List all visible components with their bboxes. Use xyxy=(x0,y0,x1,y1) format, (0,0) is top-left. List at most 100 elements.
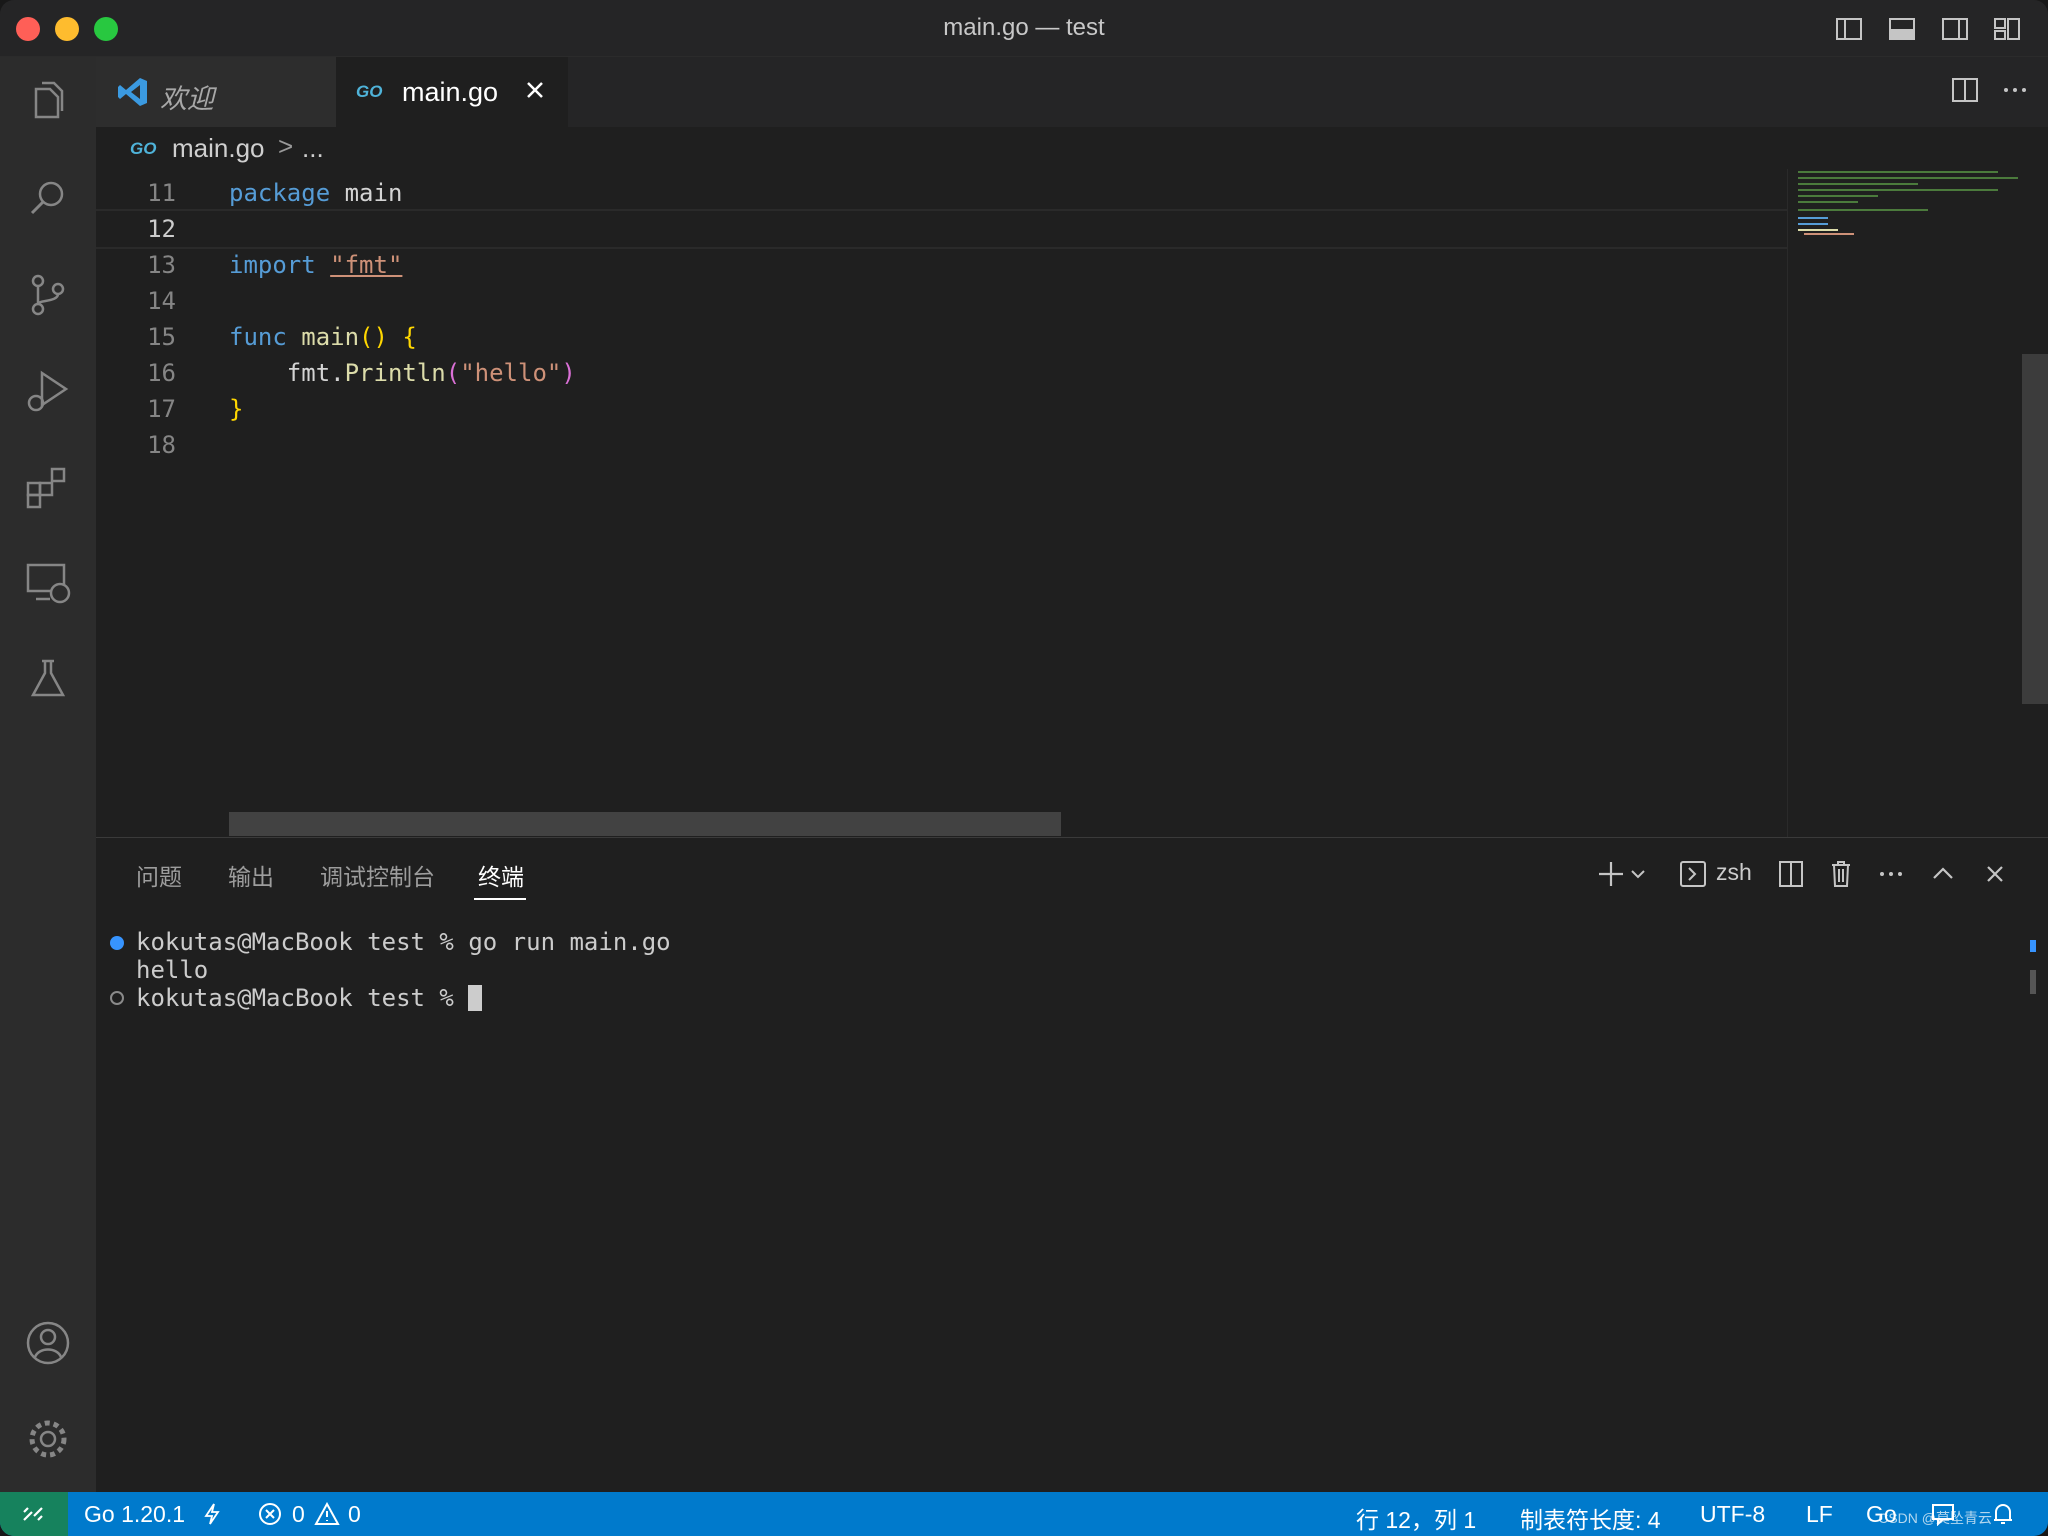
code-line: 11 package main xyxy=(96,175,1788,211)
terminal-shell-name[interactable]: zsh xyxy=(1716,859,1752,886)
watermark: CSDN @莫坠青云 xyxy=(1878,1510,1992,1526)
new-terminal-icon[interactable] xyxy=(1596,854,1626,894)
tab-debug-console[interactable]: 调试控制台 xyxy=(320,858,435,892)
line-number: 17 xyxy=(147,395,176,423)
close-icon[interactable] xyxy=(520,75,550,105)
bottom-panel: 问题 输出 调试控制台 终端 zsh kokutas@MacBook test … xyxy=(96,837,2048,1492)
extensions-icon[interactable] xyxy=(22,461,74,513)
toggle-panel-icon[interactable] xyxy=(1887,14,1917,44)
code-line: 15 func main() { xyxy=(96,319,1788,355)
chevron-down-icon[interactable] xyxy=(1628,854,1648,894)
testing-icon[interactable] xyxy=(22,653,74,705)
go-version-status[interactable]: Go 1.20.1 xyxy=(84,1501,185,1528)
lightning-icon[interactable] xyxy=(202,1502,222,1526)
parens: () xyxy=(359,323,388,351)
minimap-preview xyxy=(1798,171,2018,235)
paren: ( xyxy=(445,359,461,387)
window-title: main.go — test xyxy=(943,14,1105,41)
error-icon[interactable] xyxy=(258,1502,282,1526)
toggle-secondary-sidebar-icon[interactable] xyxy=(1940,14,1970,44)
vscode-window: main.go — test 欢迎 GO main.go GO main.go … xyxy=(0,0,2048,1536)
tab-output[interactable]: 输出 xyxy=(228,858,274,892)
explorer-icon[interactable] xyxy=(22,77,74,129)
trash-icon[interactable] xyxy=(1826,854,1856,894)
breadcrumb-symbol[interactable]: ... xyxy=(302,133,324,164)
status-bar: Go 1.20.1 0 0 行 12，列 1 制表符长度: 4 UTF-8 LF… xyxy=(0,1492,2048,1536)
horizontal-scrollbar[interactable] xyxy=(229,812,1061,836)
tab-main-go[interactable]: GO main.go xyxy=(336,57,568,127)
warning-count[interactable]: 0 xyxy=(348,1501,361,1528)
identifier: fmt. xyxy=(286,359,345,387)
terminal-scrollbar[interactable] xyxy=(2030,970,2036,994)
terminal-cursor xyxy=(468,985,483,1011)
more-actions-icon[interactable] xyxy=(2000,75,2030,105)
identifier: main xyxy=(330,179,403,207)
warning-icon[interactable] xyxy=(314,1502,340,1526)
terminal-line: hello xyxy=(136,956,209,984)
code-text: fmt.Println("hello") xyxy=(229,359,576,387)
breadcrumb-separator: > xyxy=(278,131,294,161)
code-text: import "fmt" xyxy=(229,251,402,279)
code-line: 13 import "fmt" xyxy=(96,247,1788,283)
terminal-shell-icon xyxy=(1680,861,1706,887)
settings-gear-icon[interactable] xyxy=(22,1413,74,1465)
more-actions-icon[interactable] xyxy=(1876,854,1906,894)
bell-icon[interactable] xyxy=(1990,1502,2016,1526)
customize-layout-icon[interactable] xyxy=(1992,14,2022,44)
search-icon[interactable] xyxy=(22,173,74,225)
minimap[interactable] xyxy=(1787,169,2048,837)
code-text: } xyxy=(229,395,243,423)
line-number: 15 xyxy=(147,323,176,351)
encoding-indicator[interactable]: UTF-8 xyxy=(1700,1501,1765,1528)
tab-size-indicator[interactable]: 制表符长度: 4 xyxy=(1520,1501,1661,1535)
function-name: Println xyxy=(344,359,446,387)
terminal-scroll-marker xyxy=(2030,940,2036,952)
remote-indicator[interactable] xyxy=(0,1492,68,1536)
source-control-icon[interactable] xyxy=(22,269,74,321)
terminal-line: kokutas@MacBook test % go run main.go xyxy=(136,928,671,956)
line-number: 14 xyxy=(147,287,176,315)
activity-bar xyxy=(0,57,96,1492)
keyword: import xyxy=(229,251,316,279)
brace: { xyxy=(402,323,417,351)
cursor-position[interactable]: 行 12，列 1 xyxy=(1356,1501,1476,1535)
active-tab-indicator xyxy=(474,898,526,900)
accounts-icon[interactable] xyxy=(22,1317,74,1369)
line-number: 11 xyxy=(147,179,176,207)
paren: ) xyxy=(561,359,576,387)
code-line: 14 xyxy=(96,283,1788,319)
command-success-decoration[interactable] xyxy=(110,936,124,950)
code-line: 18 xyxy=(96,427,1788,463)
keyword: func xyxy=(229,323,287,351)
terminal-actions: zsh xyxy=(1596,854,2026,894)
maximize-panel-icon[interactable] xyxy=(1928,854,1958,894)
editor-tab-bar: 欢迎 GO main.go xyxy=(96,57,2048,127)
title-bar: main.go — test xyxy=(0,0,2048,57)
function-name: main xyxy=(301,323,360,351)
brace: } xyxy=(229,395,244,423)
tab-welcome[interactable]: 欢迎 xyxy=(96,57,336,127)
breadcrumb-file[interactable]: main.go xyxy=(172,133,265,164)
eol-indicator[interactable]: LF xyxy=(1806,1501,1833,1528)
vertical-scrollbar[interactable] xyxy=(2022,354,2048,704)
line-number: 16 xyxy=(147,359,176,387)
tab-problems[interactable]: 问题 xyxy=(136,858,182,892)
go-file-icon: GO xyxy=(356,82,383,101)
line-number: 13 xyxy=(147,251,176,279)
code-text: func main() { xyxy=(229,323,417,351)
split-terminal-icon[interactable] xyxy=(1776,854,1806,894)
close-panel-icon[interactable] xyxy=(1980,854,2010,894)
code-line-current: 12 xyxy=(96,209,1788,249)
remote-explorer-icon[interactable] xyxy=(22,557,74,609)
keyword: package xyxy=(229,179,331,207)
error-count[interactable]: 0 xyxy=(292,1501,305,1528)
command-pending-decoration[interactable] xyxy=(110,991,124,1005)
code-editor[interactable]: 11 package main 12 13 import "fmt" 14 15… xyxy=(96,169,2048,837)
editor-actions xyxy=(1928,71,2048,111)
toggle-primary-sidebar-icon[interactable] xyxy=(1834,14,1864,44)
split-editor-icon[interactable] xyxy=(1950,75,1980,105)
tab-label-welcome: 欢迎 xyxy=(160,84,214,114)
tab-terminal[interactable]: 终端 xyxy=(478,858,524,892)
run-debug-icon[interactable] xyxy=(22,365,74,417)
